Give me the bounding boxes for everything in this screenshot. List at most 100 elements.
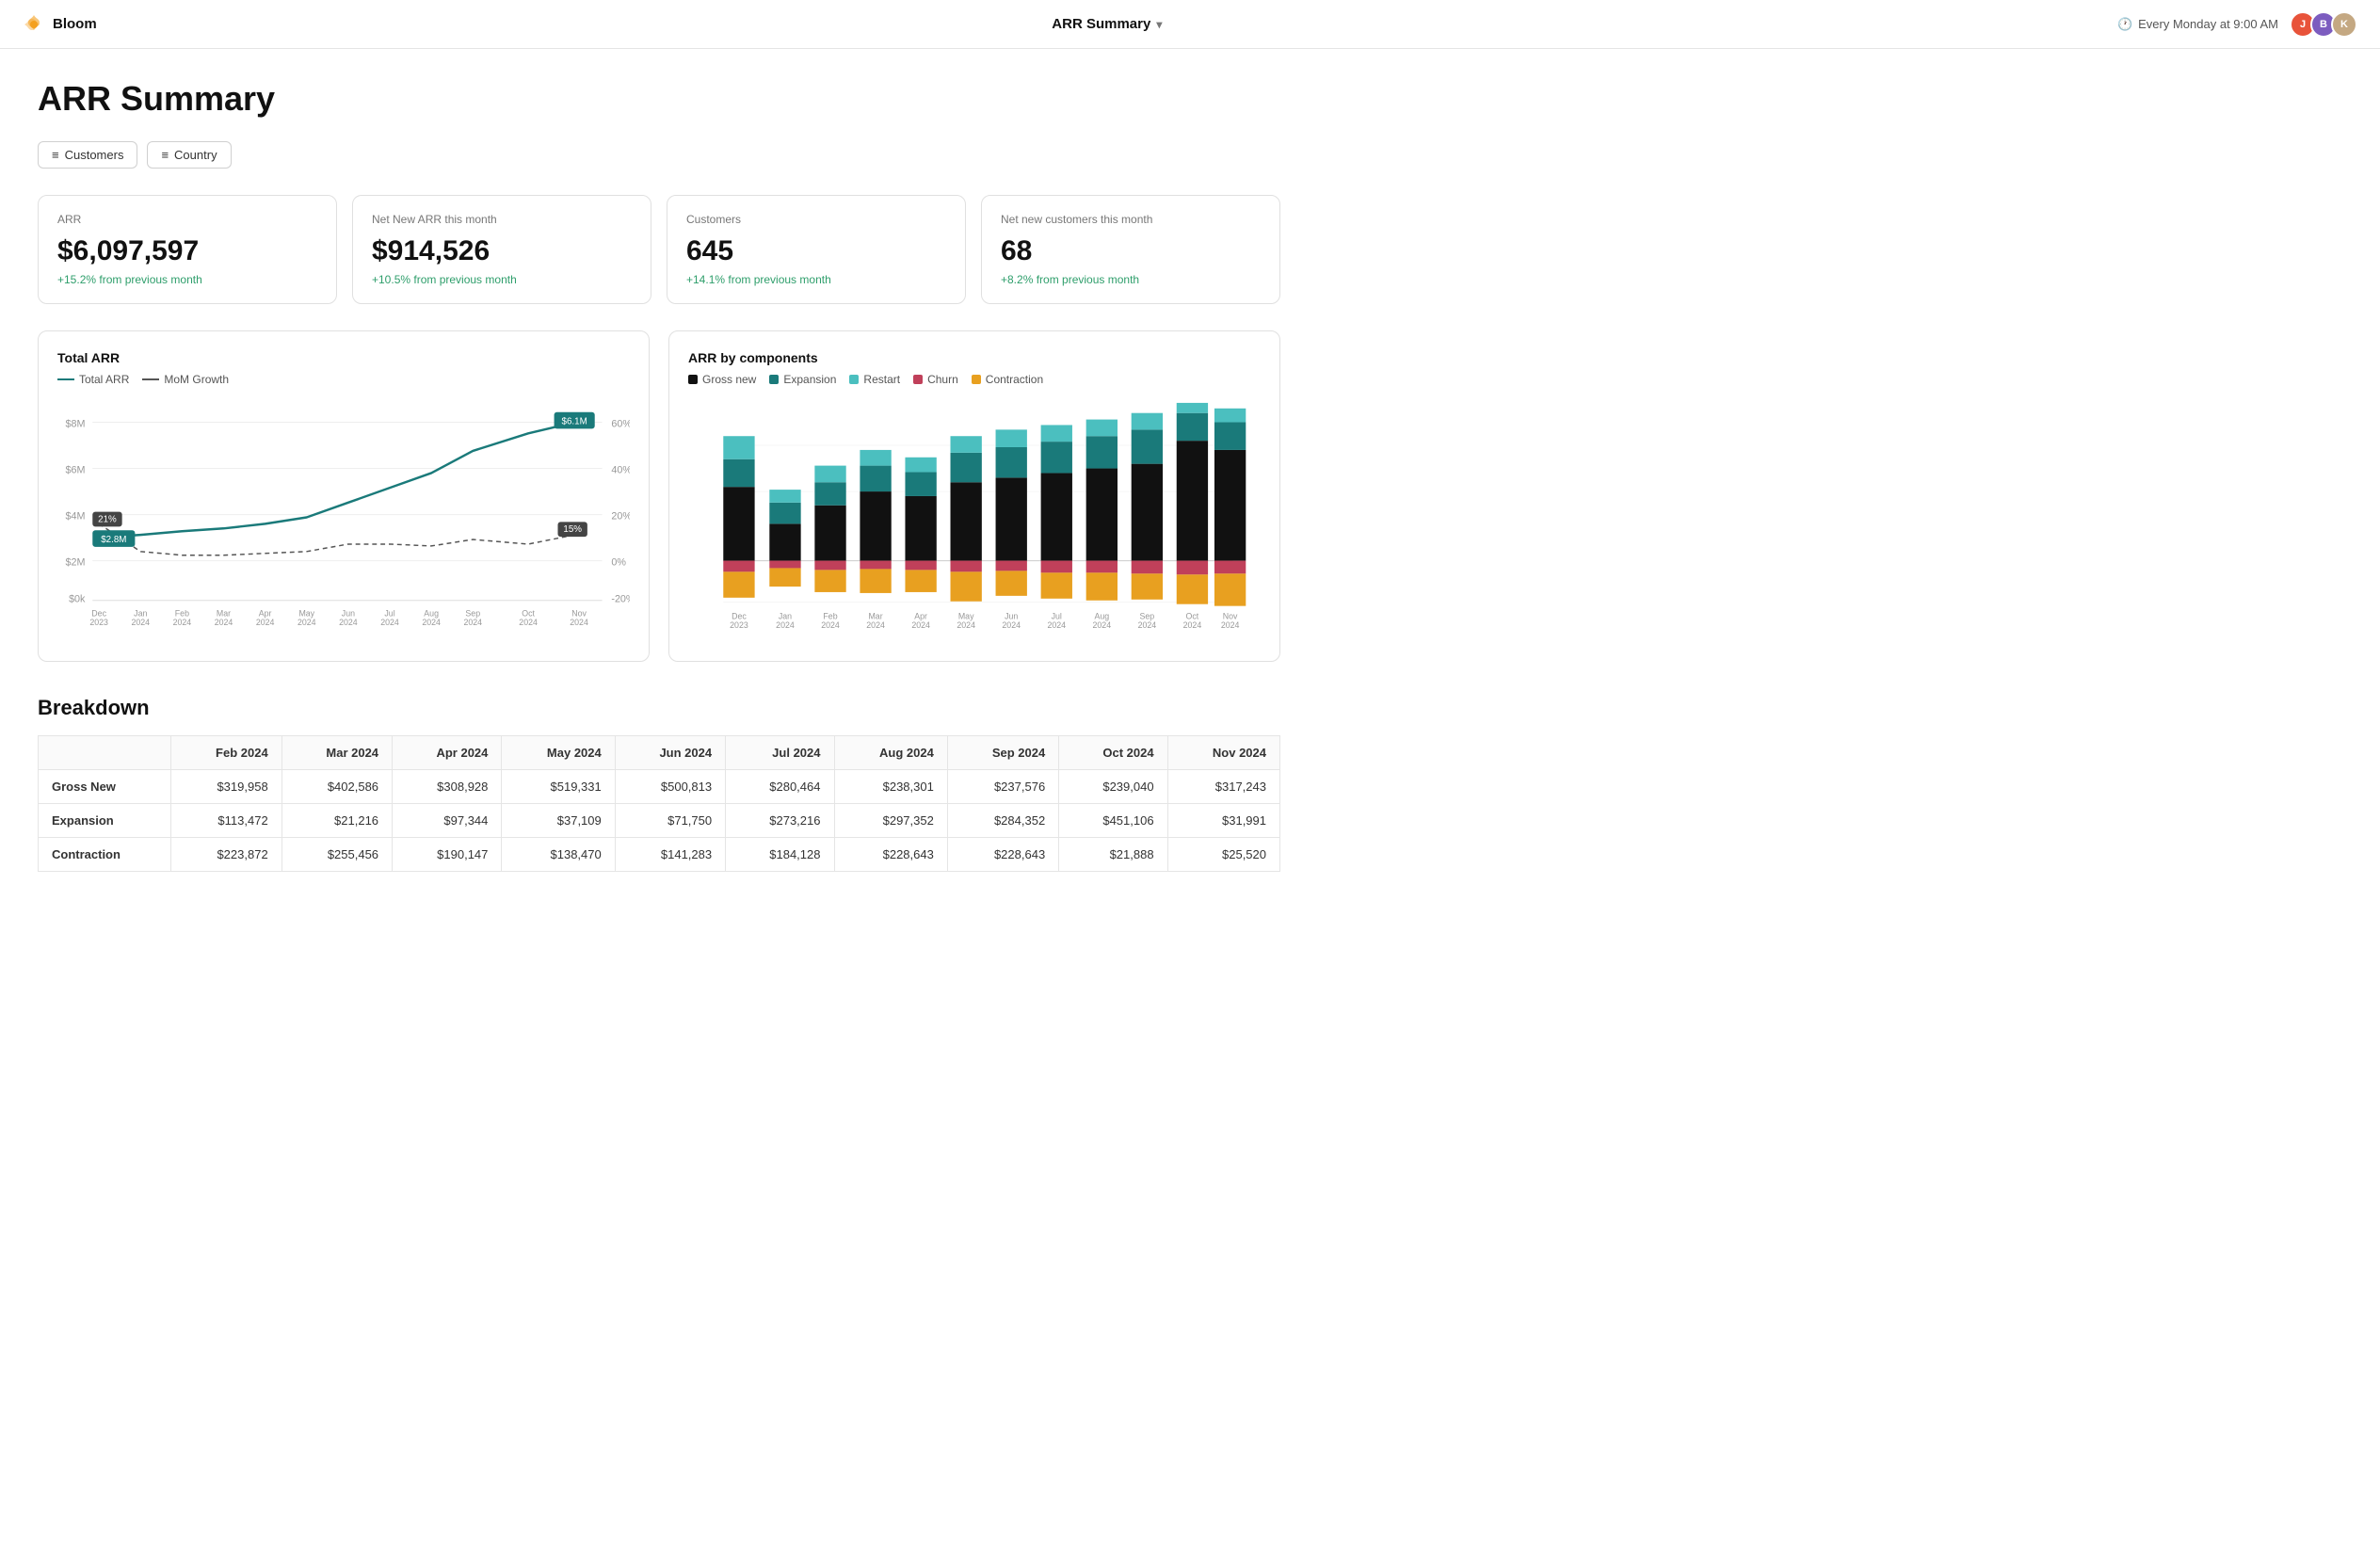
svg-text:Jun: Jun — [1005, 611, 1018, 620]
arr-components-legend: Gross new Expansion Restart Churn Contra… — [688, 373, 1261, 386]
bar-rest-dec — [723, 436, 754, 459]
kpi-net-new-customers-change: +8.2% from previous month — [1001, 273, 1261, 286]
svg-text:$6M: $6M — [65, 464, 85, 475]
table-row: Expansion $113,472 $21,216 $97,344 $37,1… — [39, 803, 1280, 837]
svg-text:2024: 2024 — [463, 618, 482, 627]
legend-churn-dot — [913, 375, 923, 384]
cell-contraction-jun: $141,283 — [615, 837, 725, 871]
table-header-jun: Jun 2024 — [615, 735, 725, 769]
kpi-customers-change: +14.1% from previous month — [686, 273, 946, 286]
svg-text:Mar: Mar — [868, 611, 882, 620]
kpi-net-new-customers: Net new customers this month 68 +8.2% fr… — [981, 195, 1280, 304]
legend-contraction-label: Contraction — [986, 373, 1043, 386]
svg-text:Mar: Mar — [217, 608, 231, 618]
kpi-net-new-customers-value: 68 — [1001, 235, 1261, 267]
cell-expansion-nov: $31,991 — [1167, 803, 1279, 837]
cell-expansion-jul: $273,216 — [726, 803, 834, 837]
svg-text:2024: 2024 — [519, 618, 538, 627]
cell-contraction-jul: $184,128 — [726, 837, 834, 871]
total-arr-chart-title: Total ARR — [57, 350, 630, 365]
avatar-group: J B K — [2290, 11, 2357, 38]
svg-text:15%: 15% — [563, 524, 582, 535]
filter-country-label: Country — [174, 148, 217, 162]
table-header-nov: Nov 2024 — [1167, 735, 1279, 769]
svg-text:60%: 60% — [611, 418, 630, 429]
svg-text:40%: 40% — [611, 464, 630, 475]
cell-gross-new-may: $519,331 — [502, 769, 615, 803]
legend-mom-label: MoM Growth — [164, 373, 229, 386]
bloom-logo-icon — [23, 13, 45, 36]
legend-contraction-dot — [972, 375, 981, 384]
kpi-arr-value: $6,097,597 — [57, 235, 317, 267]
svg-text:2024: 2024 — [1093, 620, 1112, 630]
logo-text: Bloom — [53, 16, 97, 32]
arr-components-svg: Dec 2023 Jan 2024 Feb 2024 Mar 2024 Apr … — [688, 399, 1261, 639]
legend-gross-new-dot — [688, 375, 698, 384]
cell-gross-new-jun: $500,813 — [615, 769, 725, 803]
svg-text:2024: 2024 — [380, 618, 399, 627]
cell-contraction-oct: $21,888 — [1059, 837, 1167, 871]
cell-contraction-mar: $255,456 — [281, 837, 392, 871]
logo-section: Bloom — [23, 13, 97, 36]
svg-text:2024: 2024 — [173, 618, 192, 627]
filter-country-icon: ≡ — [161, 148, 169, 162]
avatar-k[interactable]: K — [2331, 11, 2357, 38]
header-right-section: 🕐 Every Monday at 9:00 AM J B K — [2117, 11, 2357, 38]
bar-exp-dec — [723, 459, 754, 487]
kpi-customers: Customers 645 +14.1% from previous month — [667, 195, 966, 304]
kpi-arr: ARR $6,097,597 +15.2% from previous mont… — [38, 195, 337, 304]
svg-text:2024: 2024 — [821, 620, 840, 630]
total-arr-chart-svg-wrap: $8M $6M $4M $2M $0k 60% 40% 20% 0% -20% — [57, 399, 630, 642]
svg-text:$2M: $2M — [65, 557, 85, 569]
cell-gross-new-sep: $237,576 — [947, 769, 1058, 803]
svg-text:2024: 2024 — [570, 618, 588, 627]
svg-text:$4M: $4M — [65, 510, 85, 522]
svg-text:2024: 2024 — [339, 618, 358, 627]
cell-contraction-aug: $228,643 — [834, 837, 947, 871]
header: Bloom ARR Summary ▾ 🕐 Every Monday at 9:… — [0, 0, 2380, 49]
cell-expansion-feb: $113,472 — [171, 803, 281, 837]
filter-customers-label: Customers — [65, 148, 124, 162]
table-header-oct: Oct 2024 — [1059, 735, 1167, 769]
svg-text:Feb: Feb — [175, 608, 189, 618]
legend-gross-new-label: Gross new — [702, 373, 756, 386]
main-content: ARR Summary ≡ Customers ≡ Country ARR $6… — [0, 49, 1318, 902]
cell-gross-new-jul: $280,464 — [726, 769, 834, 803]
svg-text:2024: 2024 — [1183, 620, 1202, 630]
filter-country-button[interactable]: ≡ Country — [147, 141, 231, 169]
svg-text:Oct: Oct — [522, 608, 535, 618]
cell-expansion-aug: $297,352 — [834, 803, 947, 837]
svg-text:Apr: Apr — [914, 611, 927, 620]
table-header-row: Feb 2024 Mar 2024 Apr 2024 May 2024 Jun … — [39, 735, 1280, 769]
header-title-section[interactable]: ARR Summary ▾ — [1052, 16, 1162, 32]
svg-text:Sep: Sep — [465, 608, 480, 618]
legend-total-arr-line — [57, 378, 74, 380]
dropdown-icon[interactable]: ▾ — [1156, 18, 1162, 31]
cell-expansion-oct: $451,106 — [1059, 803, 1167, 837]
page-title: ARR Summary — [38, 79, 1280, 119]
svg-text:May: May — [298, 608, 314, 618]
table-header-row-label — [39, 735, 171, 769]
table-header-sep: Sep 2024 — [947, 735, 1058, 769]
cell-contraction-nov: $25,520 — [1167, 837, 1279, 871]
row-label-gross-new: Gross New — [39, 769, 171, 803]
filter-customers-button[interactable]: ≡ Customers — [38, 141, 137, 169]
svg-text:20%: 20% — [611, 510, 630, 522]
breakdown-title: Breakdown — [38, 696, 1280, 720]
kpi-net-new-arr: Net New ARR this month $914,526 +10.5% f… — [352, 195, 651, 304]
cell-contraction-feb: $223,872 — [171, 837, 281, 871]
bar-gross-dec — [723, 487, 754, 560]
table-header-may: May 2024 — [502, 735, 615, 769]
cell-contraction-sep: $228,643 — [947, 837, 1058, 871]
table-row: Contraction $223,872 $255,456 $190,147 $… — [39, 837, 1280, 871]
svg-text:Sep: Sep — [1140, 611, 1155, 620]
cell-gross-new-mar: $402,586 — [281, 769, 392, 803]
svg-text:Jul: Jul — [1052, 611, 1062, 620]
cell-contraction-may: $138,470 — [502, 837, 615, 871]
breakdown-section: Breakdown Feb 2024 Mar 2024 Apr 2024 May… — [38, 696, 1280, 872]
row-label-expansion: Expansion — [39, 803, 171, 837]
legend-expansion-label: Expansion — [783, 373, 836, 386]
svg-text:0%: 0% — [611, 557, 626, 569]
cell-gross-new-feb: $319,958 — [171, 769, 281, 803]
table-header-jul: Jul 2024 — [726, 735, 834, 769]
